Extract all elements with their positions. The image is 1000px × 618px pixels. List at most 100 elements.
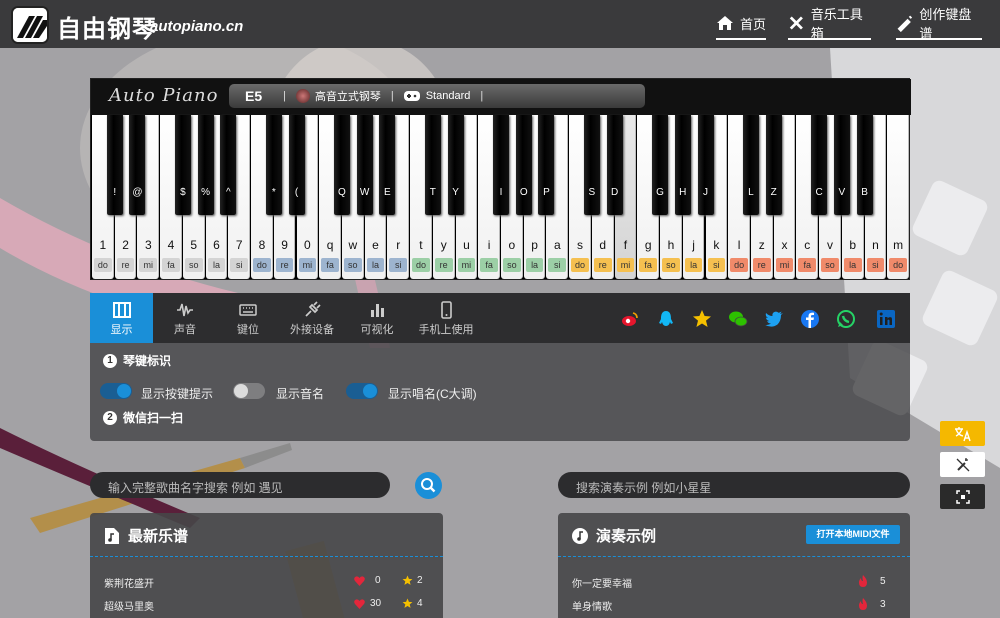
instrument-selector[interactable]: 高音立式钢琴: [295, 88, 381, 104]
black-key[interactable]: G: [652, 115, 669, 215]
key-label: ^: [225, 187, 231, 198]
top-navbar: 自由钢琴 autopiano.cn 首页 音乐工具箱 创作键盘谱: [0, 0, 1000, 48]
toggle-label: 显示音名: [276, 387, 325, 401]
black-key[interactable]: Z: [765, 115, 782, 215]
piano-header: Auto Piano E5 | 高音立式钢琴 | Standard |: [91, 79, 911, 115]
nav-label: 首页: [740, 17, 767, 33]
nav-tools-link[interactable]: 音乐工具箱: [788, 8, 871, 42]
star-count: 4: [417, 598, 423, 609]
black-key[interactable]: E: [379, 115, 396, 215]
site-domain[interactable]: autopiano.cn: [150, 18, 243, 35]
nav-compose-link[interactable]: 创作键盘谱: [896, 8, 982, 42]
black-key[interactable]: B: [856, 115, 873, 215]
sheet-name: 超级马里奥: [104, 602, 154, 613]
black-key[interactable]: H: [674, 115, 691, 215]
tab-keymap[interactable]: 键位: [219, 293, 277, 343]
black-key[interactable]: (: [288, 115, 305, 215]
black-key[interactable]: V: [833, 115, 850, 215]
list-item[interactable]: 紫荆花盛开 0 2: [104, 575, 424, 590]
toggle-solfege[interactable]: [346, 383, 378, 399]
wechat-icon[interactable]: [728, 309, 748, 329]
black-key[interactable]: C: [811, 115, 828, 215]
key-label: S: [588, 187, 596, 198]
twitter-icon[interactable]: [764, 309, 784, 329]
black-key[interactable]: Q: [333, 115, 350, 215]
translate-button[interactable]: [940, 421, 985, 446]
list-item[interactable]: 单身情歌 3: [572, 598, 892, 613]
mode-selector[interactable]: Standard: [403, 90, 470, 102]
key-label: y: [440, 238, 447, 252]
qzone-icon[interactable]: [692, 309, 712, 329]
list-item[interactable]: 超级马里奥 30 4: [104, 598, 424, 613]
piano-brand: Auto Piano: [109, 85, 219, 106]
waveform-icon: [177, 303, 193, 317]
fire-icon: [859, 598, 867, 610]
black-key[interactable]: L: [742, 115, 759, 215]
panel-title: 最新乐谱: [104, 525, 188, 546]
toggle-note-names[interactable]: [233, 383, 265, 399]
list-item[interactable]: 你一定要幸福 5: [572, 575, 892, 590]
key-label: E: [384, 187, 391, 198]
black-key[interactable]: I: [493, 115, 509, 215]
black-key[interactable]: %: [197, 115, 214, 215]
key-label: h: [667, 238, 675, 252]
site-name[interactable]: 自由钢琴: [57, 9, 157, 44]
nav-label: 音乐工具箱: [810, 8, 863, 42]
key-label: 2: [122, 238, 129, 252]
black-key[interactable]: O: [515, 115, 532, 215]
tab-visualize[interactable]: 可视化: [348, 293, 406, 343]
fullscreen-button[interactable]: [940, 484, 985, 509]
tab-external-device[interactable]: 外接设备: [282, 293, 342, 343]
qq-icon[interactable]: [656, 309, 676, 329]
black-key[interactable]: *: [265, 115, 282, 215]
divider: [90, 556, 443, 557]
solfege-label: mi: [457, 258, 476, 272]
weibo-icon[interactable]: [620, 309, 640, 329]
open-midi-button[interactable]: 打开本地MIDI文件: [806, 525, 900, 544]
black-key[interactable]: ^: [220, 115, 237, 215]
solfege-label: do: [412, 258, 430, 272]
section-title: 琴键标识: [123, 354, 172, 368]
black-key[interactable]: D: [606, 115, 623, 215]
black-key[interactable]: P: [538, 115, 555, 215]
black-key[interactable]: T: [424, 115, 441, 215]
heart-icon: [354, 598, 365, 609]
solfege-label: so: [821, 258, 839, 272]
fire-icon: [859, 575, 867, 587]
tab-display[interactable]: 显示: [90, 293, 153, 343]
search-button[interactable]: [415, 472, 442, 499]
tab-label: 可视化: [360, 324, 394, 336]
like-count: 0: [375, 575, 381, 586]
black-key[interactable]: S: [583, 115, 600, 215]
solfege-label: si: [707, 258, 726, 272]
solfege-label: re: [593, 258, 612, 272]
solfege-label: la: [525, 258, 544, 272]
black-key[interactable]: !: [106, 115, 123, 215]
whatsapp-icon[interactable]: [836, 309, 856, 329]
tab-sound[interactable]: 声音: [156, 293, 214, 343]
black-key[interactable]: $: [174, 115, 191, 215]
nav-home-link[interactable]: 首页: [716, 14, 766, 40]
demo-search-input[interactable]: 搜索演奏示例 例如小星星: [558, 472, 910, 498]
solfege-label: mi: [616, 258, 635, 272]
solfege-label: do: [94, 258, 112, 272]
key-label: u: [463, 238, 470, 252]
gamepad-icon: [403, 91, 420, 101]
song-search-input[interactable]: 输入完整歌曲名字搜索 例如 遇见: [90, 472, 390, 498]
toggle-key-hints[interactable]: [100, 383, 132, 399]
white-key[interactable]: m do: [887, 115, 909, 279]
key-label: e: [372, 238, 379, 252]
effects-toggle-button[interactable]: [940, 452, 985, 477]
tab-mobile[interactable]: 手机上使用: [412, 293, 480, 343]
site-logo[interactable]: [11, 6, 49, 44]
key-label: m: [893, 238, 904, 252]
key-label: 1: [99, 238, 107, 252]
black-key[interactable]: Y: [447, 115, 464, 215]
black-key[interactable]: W: [356, 115, 373, 215]
linkedin-icon[interactable]: [876, 309, 896, 329]
facebook-icon[interactable]: [800, 309, 820, 329]
key-label: q: [326, 238, 334, 252]
black-key[interactable]: J: [697, 115, 714, 215]
section-wechat-scan[interactable]: 2 微信扫一扫: [103, 409, 183, 426]
black-key[interactable]: @: [129, 115, 146, 215]
